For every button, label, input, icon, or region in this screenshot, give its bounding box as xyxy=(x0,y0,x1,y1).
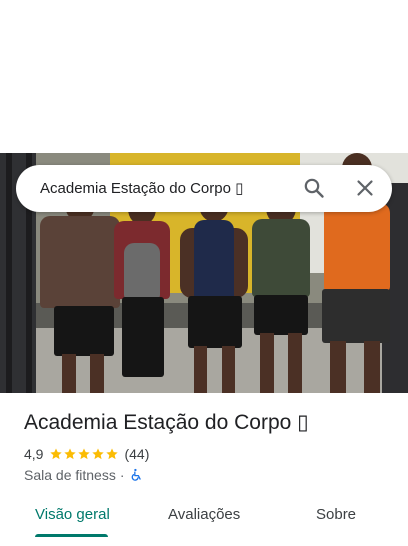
photo-person xyxy=(180,188,248,393)
place-title: Academia Estação do Corpo ▯ xyxy=(24,411,309,434)
search-input[interactable]: Academia Estação do Corpo ▯ xyxy=(40,179,290,197)
active-tab-indicator xyxy=(35,534,108,537)
star-icon xyxy=(92,448,105,460)
category-separator: · xyxy=(119,467,125,483)
wheelchair-icon xyxy=(131,468,141,481)
close-icon[interactable] xyxy=(353,176,377,200)
review-count[interactable]: (44) xyxy=(124,446,149,462)
tab-bar: Visão geral Avaliações Sobre xyxy=(0,497,408,546)
photo-rack-bar xyxy=(6,153,12,393)
tab-overview[interactable]: Visão geral xyxy=(35,506,110,523)
photo-person xyxy=(248,191,314,393)
search-bar[interactable]: Academia Estação do Corpo ▯ xyxy=(16,165,392,212)
photo-person xyxy=(40,188,120,393)
tab-reviews[interactable]: Avaliações xyxy=(168,506,240,523)
photo-person xyxy=(112,193,172,393)
rating-value: 4,9 xyxy=(24,446,44,462)
blank-top-area xyxy=(0,0,408,153)
place-category: Sala de fitness xyxy=(24,467,116,483)
category-row: Sala de fitness · xyxy=(24,466,143,484)
tab-about[interactable]: Sobre xyxy=(316,506,356,523)
star-icon xyxy=(106,448,119,460)
star-rating xyxy=(49,447,119,461)
star-icon xyxy=(50,448,63,460)
search-icon[interactable] xyxy=(302,176,326,200)
star-icon xyxy=(64,448,77,460)
star-icon xyxy=(78,448,91,460)
rating-row[interactable]: 4,9 (44) xyxy=(24,445,149,463)
